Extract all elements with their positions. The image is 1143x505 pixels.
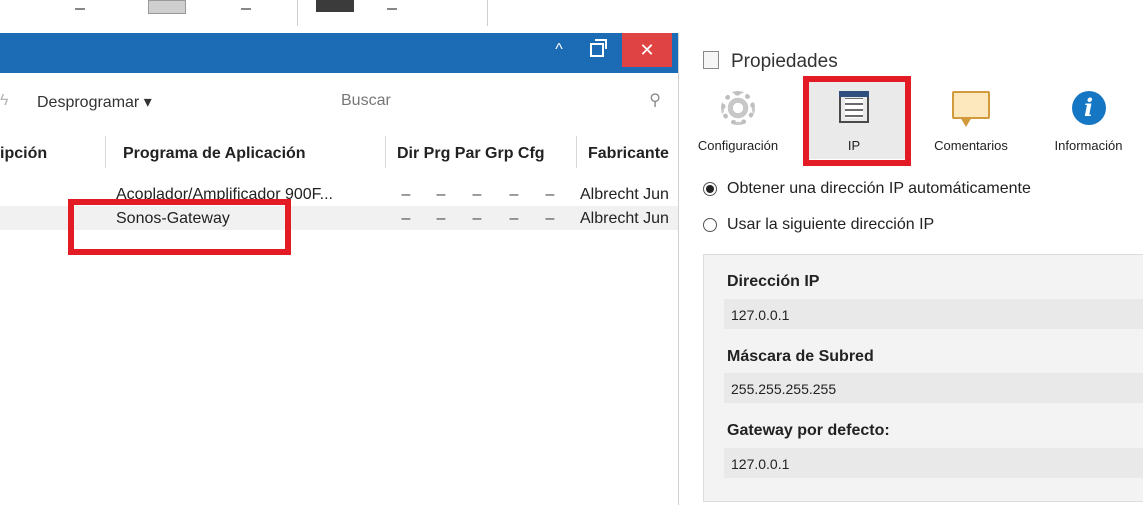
close-button[interactable]: ✕	[622, 33, 672, 67]
column-header-flags[interactable]: Dir Prg Par Grp Cfg	[397, 145, 545, 163]
flag-grp-cell: –	[509, 186, 519, 203]
subnet-mask-field[interactable]: 255.255.255.255	[724, 373, 1143, 403]
column-divider[interactable]	[385, 136, 386, 168]
manufacturer-cell: Albrecht Jun	[580, 186, 669, 203]
unprogram-dropdown[interactable]: Desprogramar ▾	[37, 92, 152, 112]
ip-address-label: Dirección IP	[727, 273, 820, 290]
info-icon: i	[1071, 91, 1106, 125]
caret-up-icon: ^	[555, 41, 563, 58]
top-toolbar-strip	[0, 0, 1143, 33]
column-header-application-program[interactable]: Programa de Aplicación	[123, 145, 306, 163]
column-header-description[interactable]: ipción	[0, 145, 47, 163]
panel-title: Propiedades	[731, 51, 838, 72]
column-divider[interactable]	[576, 136, 577, 168]
radio-manual-ip[interactable]: Usar la siguiente dirección IP	[703, 216, 934, 234]
radio-auto-ip[interactable]: Obtener una dirección IP automáticamente	[703, 180, 1031, 198]
properties-panel: Propiedades Configuración IP Comentarios…	[678, 33, 1143, 505]
toolbar-divider	[487, 0, 488, 26]
toolbar-fragment-icon[interactable]	[316, 0, 354, 12]
toolbar-fragment	[241, 0, 251, 10]
radio-label: Obtener una dirección IP automáticamente	[727, 180, 1031, 197]
devices-window-titlebar: ^ ✕	[0, 33, 678, 73]
subnet-mask-label: Máscara de Subred	[727, 348, 874, 365]
toolbar-fragment-icon[interactable]	[148, 0, 186, 14]
flag-par-cell: –	[472, 186, 482, 203]
collapse-button[interactable]: ^	[542, 33, 576, 67]
highlight-box-sonos-gateway	[68, 199, 291, 255]
close-icon: ✕	[639, 39, 655, 60]
restore-button[interactable]	[580, 33, 614, 67]
radio-button-selected[interactable]	[703, 182, 717, 196]
tab-comments[interactable]: Comentarios	[915, 81, 1027, 159]
flag-cfg-cell: –	[545, 210, 555, 227]
default-gateway-field[interactable]: 127.0.0.1	[724, 448, 1143, 478]
tab-label: Configuración	[697, 138, 779, 153]
tab-information[interactable]: i Información	[1033, 81, 1143, 159]
toolbar-fragment	[387, 0, 397, 10]
devices-toolbar: ϟ Desprogramar ▾ ⚲	[0, 78, 678, 124]
properties-icon	[703, 51, 719, 69]
flag-grp-cell: –	[509, 210, 519, 227]
flag-cfg-cell: –	[545, 186, 555, 203]
properties-tabs: Configuración IP Comentarios i Informaci…	[679, 81, 1143, 159]
default-gateway-label: Gateway por defecto:	[727, 422, 890, 439]
column-divider[interactable]	[105, 136, 106, 168]
search-box: ⚲	[335, 86, 671, 116]
comment-icon	[952, 91, 990, 127]
gear-icon	[721, 91, 755, 125]
tab-label: Información	[1054, 138, 1123, 153]
toolbar-divider	[297, 0, 298, 26]
flag-prg-cell: –	[436, 210, 446, 227]
search-icon[interactable]: ⚲	[649, 90, 661, 110]
manufacturer-cell: Albrecht Jun	[580, 210, 669, 227]
ip-settings-group: Dirección IP 127.0.0.1 Máscara de Subred…	[703, 254, 1143, 502]
tab-configuration[interactable]: Configuración	[679, 81, 797, 159]
unprogram-icon: ϟ	[0, 92, 9, 109]
radio-button[interactable]	[703, 218, 717, 232]
tab-label: Comentarios	[934, 138, 1008, 153]
restore-icon	[590, 39, 607, 57]
flag-prg-cell: –	[436, 186, 446, 203]
toolbar-fragment	[75, 0, 85, 10]
flag-dir-cell: –	[401, 210, 411, 227]
ip-address-field[interactable]: 127.0.0.1	[724, 299, 1143, 329]
radio-label: Usar la siguiente dirección IP	[727, 216, 935, 233]
highlight-box-ip-tab	[803, 76, 911, 166]
search-input[interactable]	[335, 86, 671, 116]
flag-dir-cell: –	[401, 186, 411, 203]
column-header-manufacturer[interactable]: Fabricante	[588, 145, 669, 163]
flag-par-cell: –	[472, 210, 482, 227]
